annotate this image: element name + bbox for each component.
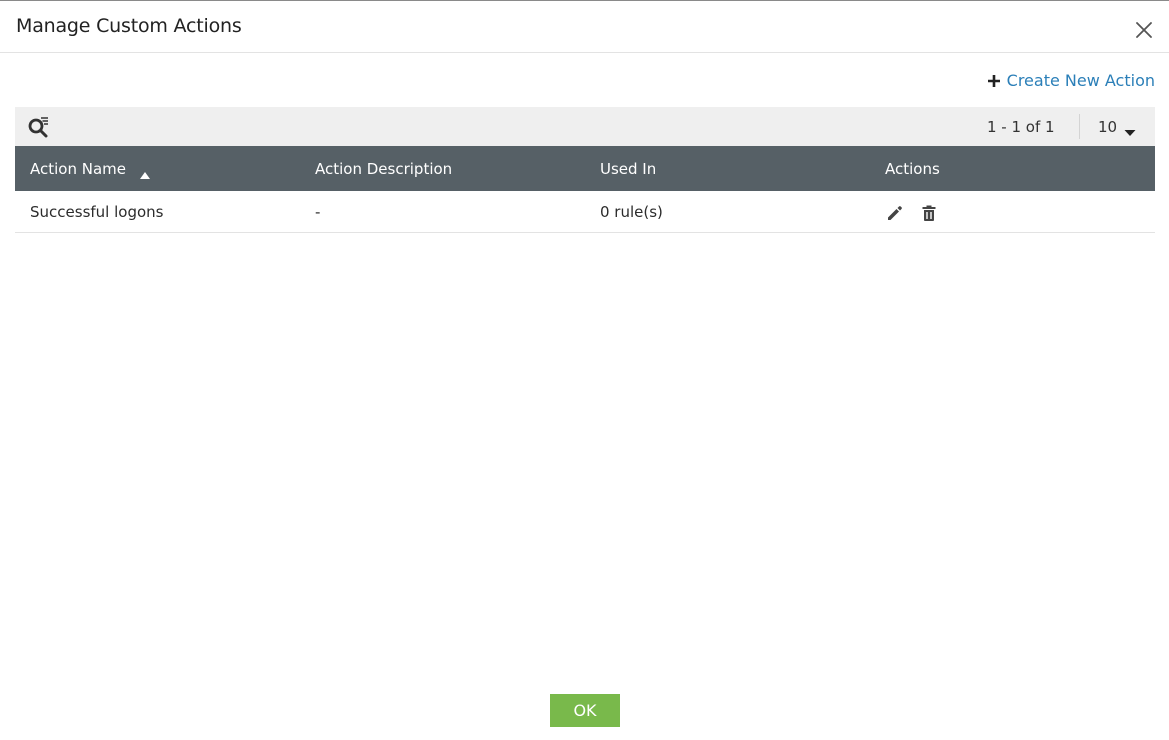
close-icon[interactable] [1134, 20, 1154, 40]
ok-button[interactable]: OK [550, 694, 620, 727]
column-header-used-in[interactable]: Used In [600, 146, 656, 191]
column-header-actions: Actions [885, 146, 940, 191]
table-header: Action Name Action Description Used In A… [15, 146, 1155, 191]
chevron-down-icon [1124, 123, 1136, 136]
cell-used-in: 0 rule(s) [600, 203, 663, 221]
table-row: Successful logons - 0 rule(s) [15, 191, 1155, 233]
search-filter-icon[interactable] [27, 115, 51, 139]
pagination-info: 1 - 1 of 1 [987, 118, 1055, 136]
column-header-label: Action Name [30, 159, 126, 178]
edit-icon[interactable] [886, 204, 904, 222]
column-header-label: Used In [600, 159, 657, 178]
toolbar-divider [1079, 114, 1080, 139]
cell-action-description: - [315, 203, 321, 221]
manage-custom-actions-dialog: Manage Custom Actions Create New Action … [0, 0, 1169, 740]
delete-icon[interactable] [920, 204, 938, 222]
column-header-label: Actions [885, 159, 940, 178]
dialog-title: Manage Custom Actions [16, 15, 242, 37]
create-new-action-label: Create New Action [1006, 70, 1155, 90]
cell-action-name: Successful logons [30, 203, 164, 221]
page-size-select[interactable]: 10 [1098, 116, 1136, 138]
sort-ascending-icon [140, 165, 150, 179]
column-header-label: Action Description [315, 159, 453, 178]
column-header-action-name[interactable]: Action Name [30, 146, 150, 191]
create-new-action-link[interactable]: Create New Action [987, 69, 1155, 91]
page-size-value: 10 [1098, 118, 1118, 136]
column-header-action-description[interactable]: Action Description [315, 146, 452, 191]
table-toolbar: 1 - 1 of 1 10 [15, 107, 1155, 146]
dialog-header: Manage Custom Actions [0, 2, 1169, 53]
plus-icon [987, 73, 1001, 87]
